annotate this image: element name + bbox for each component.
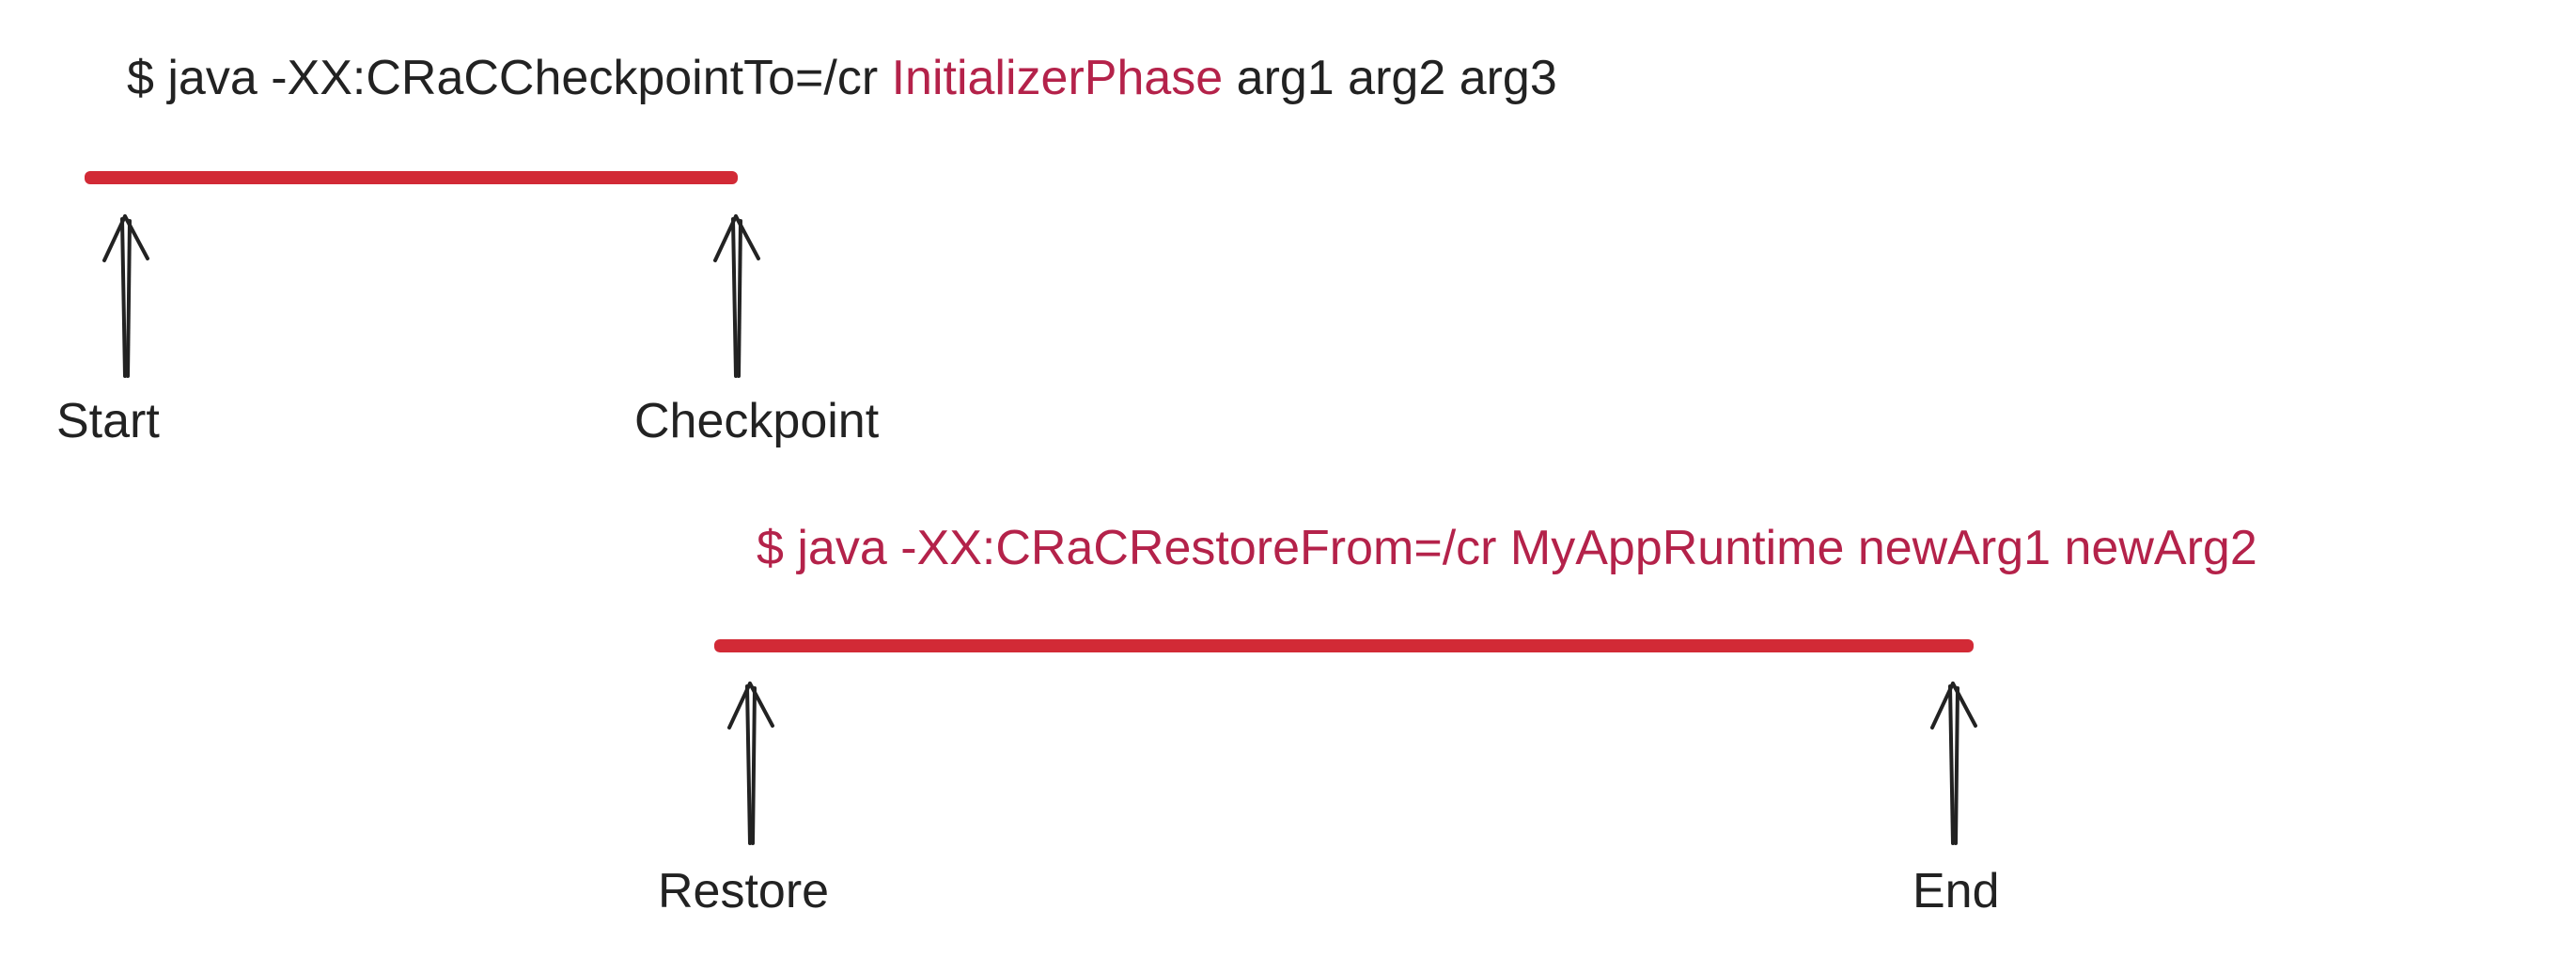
label-checkpoint: Checkpoint [634,395,879,448]
cmd-class-runtime: MyAppRuntime [1510,521,1844,575]
arrow-restore [724,669,780,848]
prompt-symbol: $ [127,51,167,105]
cmd-args-bottom: newArg1 newArg2 [1844,521,2256,575]
cmd-flag-checkpoint: -XX:CRaCCheckpointTo=/cr [271,51,891,105]
label-start: Start [56,395,160,448]
cmd-flag-restore: -XX:CRaCRestoreFrom=/cr [900,521,1510,575]
label-restore: Restore [658,865,829,918]
timeline-bar-restore-phase [714,639,1974,652]
command-line-checkpoint: $ java -XX:CRaCCheckpointTo=/cr Initiali… [127,52,1557,105]
command-line-restore: $ java -XX:CRaCRestoreFrom=/cr MyAppRunt… [757,522,2257,575]
diagram-canvas: $ java -XX:CRaCCheckpointTo=/cr Initiali… [0,0,2576,973]
arrow-end [1927,669,1983,848]
cmd-java: java [167,51,271,105]
cmd-class-initializer: InitializerPhase [892,51,1224,105]
arrow-checkpoint [710,202,766,381]
arrow-start [99,202,155,381]
cmd-java: java [797,521,900,575]
prompt-symbol: $ [757,521,797,575]
timeline-bar-checkpoint-phase [85,171,738,184]
label-end: End [1912,865,2000,918]
cmd-args-top: arg1 arg2 arg3 [1223,51,1557,105]
